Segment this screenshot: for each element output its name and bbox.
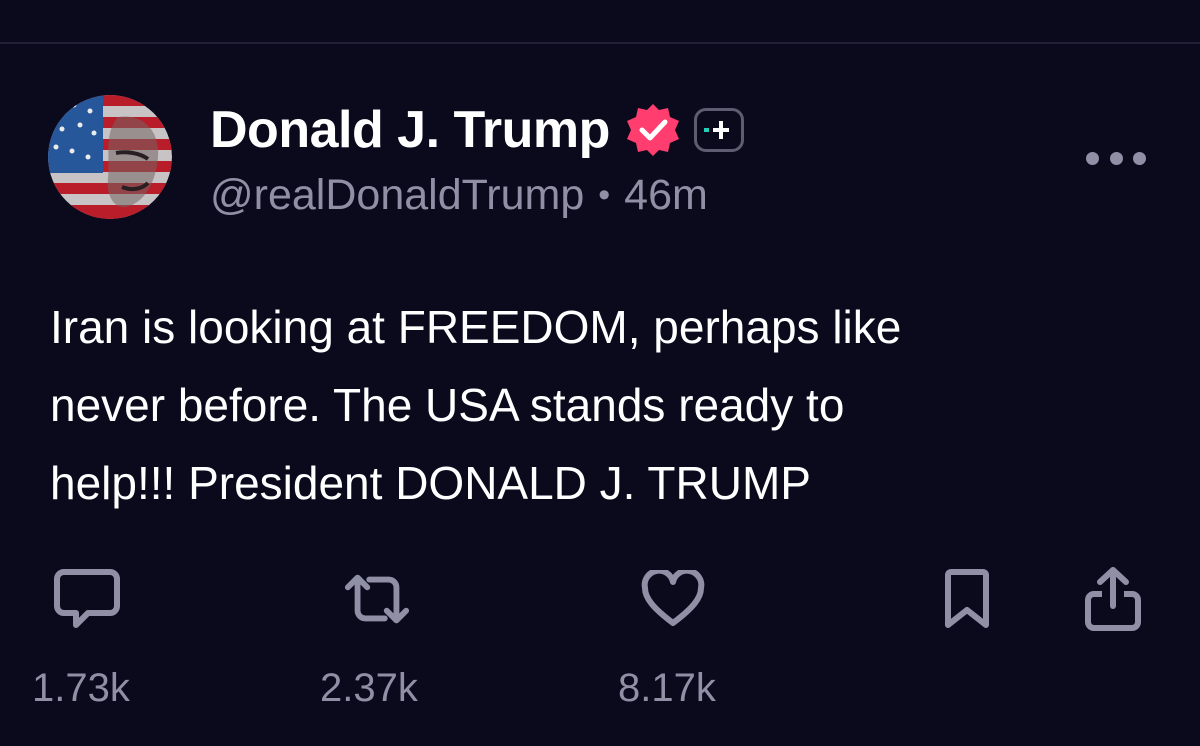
author-handle[interactable]: @realDonaldTrump [210, 173, 584, 217]
share-button[interactable] [1078, 564, 1148, 634]
post-text: Iran is looking at FREEDOM, perhaps like… [50, 301, 902, 509]
reply-button[interactable] [52, 564, 122, 634]
meta-separator: • [598, 176, 611, 214]
bookmark-button[interactable] [932, 564, 1002, 634]
plus-badge-icon [693, 108, 744, 152]
author-name-row: Donald J. Trump [210, 98, 744, 162]
more-dot-icon [1086, 151, 1099, 165]
author-meta-row: @realDonaldTrump • 46m [210, 170, 708, 220]
post-card: Donald J. Trump @realDonaldTrump • 46m I… [0, 0, 1200, 746]
avatar[interactable] [48, 95, 172, 219]
heart-icon [641, 570, 705, 626]
reply-icon [54, 569, 120, 628]
like-button[interactable] [638, 564, 708, 634]
repost-count: 2.37k [320, 666, 418, 710]
more-dot-icon [1109, 151, 1123, 165]
more-dot-icon [1133, 151, 1146, 165]
repost-button[interactable] [342, 564, 412, 634]
share-icon [1085, 567, 1141, 631]
post-timestamp[interactable]: 46m [624, 173, 708, 217]
repost-icon [344, 574, 410, 624]
reply-count: 1.73k [32, 666, 130, 710]
bookmark-icon [945, 569, 989, 628]
author-display-name[interactable]: Donald J. Trump [210, 104, 610, 156]
more-options-button[interactable] [1086, 142, 1146, 174]
like-count: 8.17k [618, 666, 716, 710]
verified-badge-icon [624, 101, 682, 159]
